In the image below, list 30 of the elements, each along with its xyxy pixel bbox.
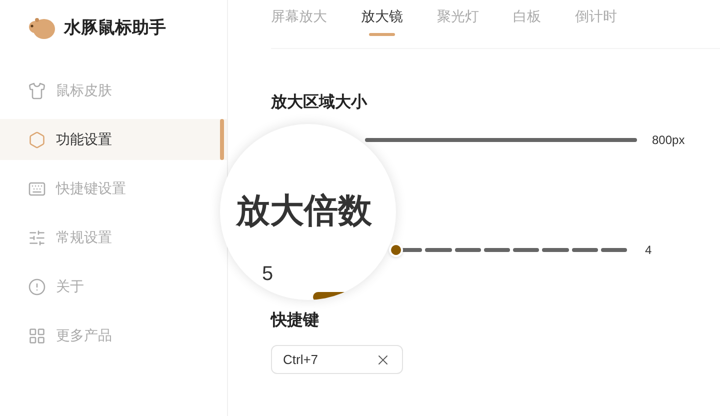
slider-track[interactable] — [365, 138, 637, 142]
sidebar-item[interactable]: 关于 — [0, 266, 190, 307]
tab-underline — [369, 33, 395, 36]
tab[interactable]: 倒计时 — [575, 6, 617, 26]
section-title: 放大区域大小 — [271, 92, 368, 113]
sidebar-item[interactable]: 更多产品 — [0, 315, 190, 356]
slider-thumb[interactable] — [389, 243, 403, 257]
sidebar-item[interactable]: 快捷键设置 — [0, 168, 190, 209]
magnified-value: 5 — [262, 264, 274, 284]
tab[interactable]: 白板 — [513, 6, 541, 26]
grid-icon — [28, 326, 46, 344]
slider-value: 4 — [645, 242, 652, 259]
tab[interactable]: 放大镜 — [361, 6, 403, 26]
shortcut-field[interactable]: Ctrl+7 — [271, 345, 403, 374]
slider-value: 800px — [652, 132, 685, 149]
sliders-icon — [28, 228, 46, 246]
selection-indicator — [220, 119, 224, 160]
section-title: 快捷键 — [271, 310, 320, 331]
app-title: 水豚鼠标助手 — [64, 17, 166, 40]
hexagon-icon — [28, 130, 46, 148]
tab[interactable]: 聚光灯 — [437, 6, 479, 26]
tab[interactable]: 屏幕放大 — [271, 6, 327, 26]
shirt-icon — [28, 82, 46, 100]
keyboard-icon — [28, 180, 46, 198]
sidebar-item[interactable]: 鼠标皮肤 — [0, 70, 190, 111]
magnified-label: 放大倍数 — [236, 191, 372, 232]
sidebar-item[interactable]: 常规设置 — [0, 217, 190, 258]
capybara-logo-icon — [28, 16, 56, 40]
alert-icon — [28, 278, 46, 296]
sidebar-item[interactable]: 功能设置 — [0, 119, 227, 160]
